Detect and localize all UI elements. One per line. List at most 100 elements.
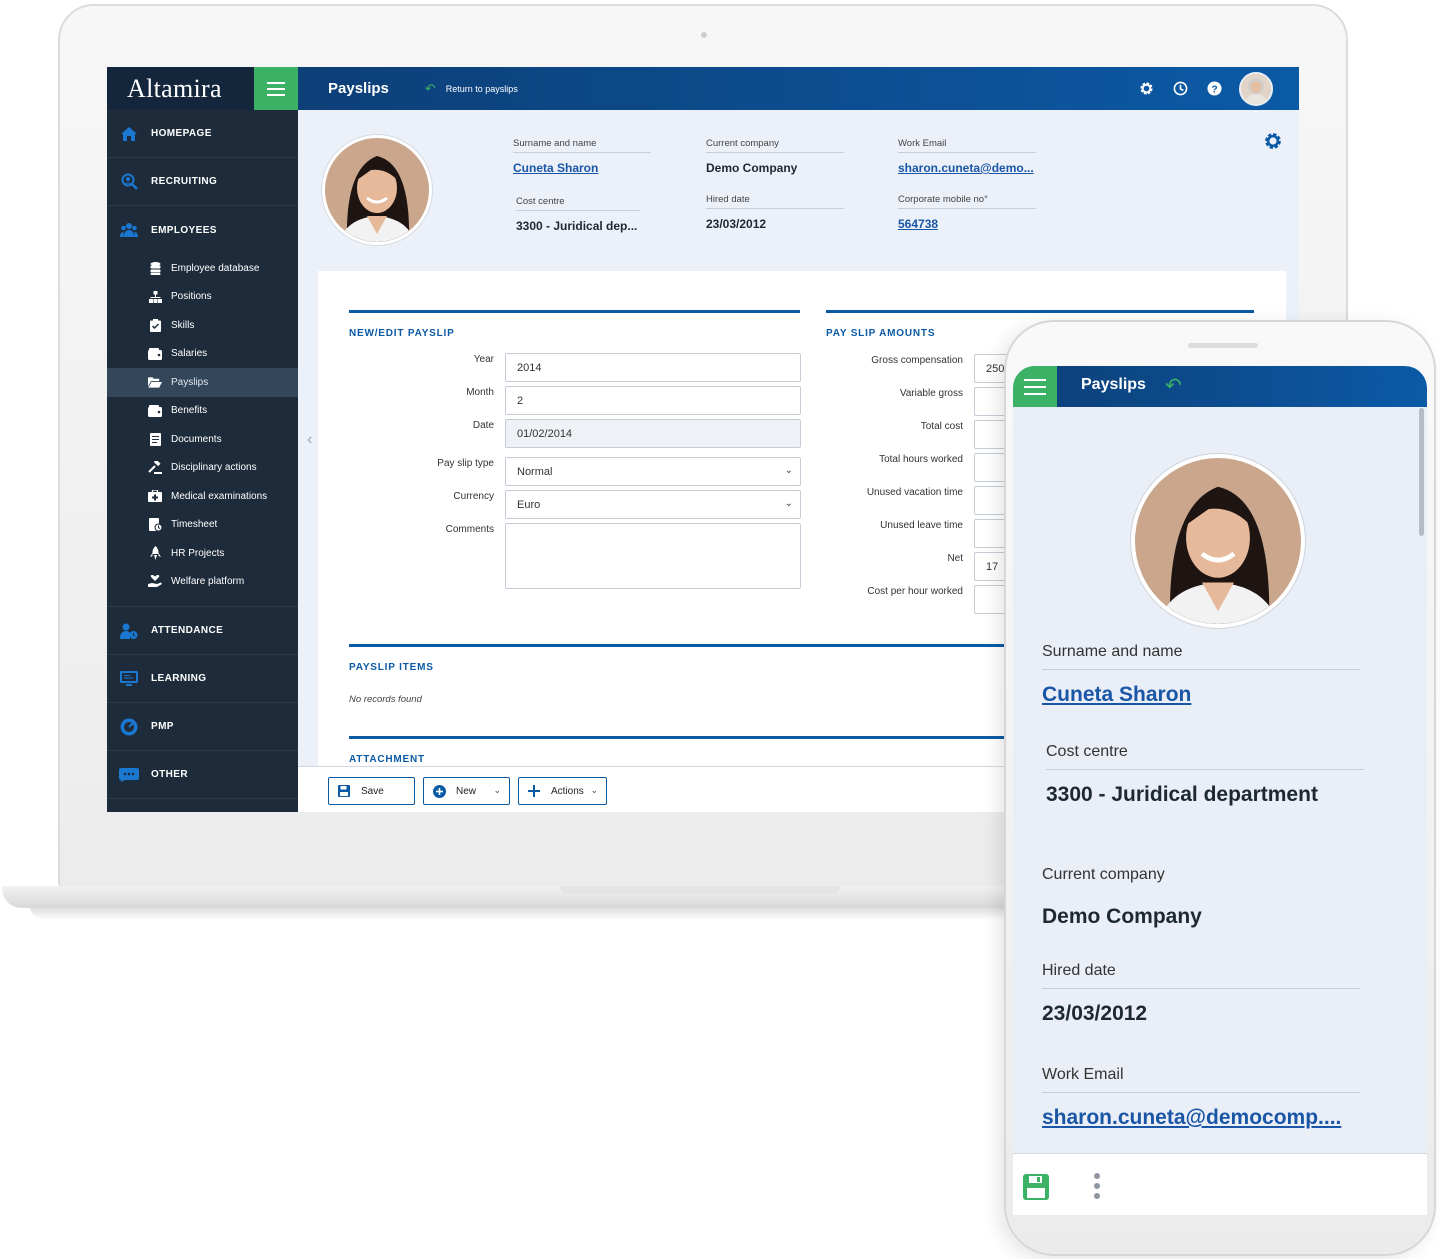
sidebar-item-employees[interactable]: EMPLOYEES — [107, 206, 298, 254]
phone-menu-toggle-button[interactable] — [1013, 366, 1057, 407]
history-clock-icon[interactable] — [1171, 79, 1190, 98]
phone-surname-label: Surname and name — [1042, 643, 1360, 670]
phone-email-link[interactable]: sharon.cuneta@democomp.... — [1042, 1106, 1360, 1130]
menu-toggle-button[interactable] — [254, 67, 298, 110]
edit-section-title: NEW/EDIT PAYSLIP — [349, 328, 455, 339]
pay-slip-type-select[interactable]: Normal ⌄ — [505, 457, 801, 486]
phone-back-arrow-icon[interactable]: ↶ — [1165, 373, 1182, 398]
sidebar-subitem-label: Documents — [171, 433, 222, 445]
laptop-notch — [560, 886, 840, 894]
phone-speaker — [1188, 343, 1258, 348]
sidebar-item-welfare-platform[interactable]: Welfare platform — [107, 568, 298, 597]
chevron-down-icon: ⌄ — [784, 465, 793, 476]
sidebar-item-other[interactable]: OTHER — [107, 751, 298, 799]
attachment-title: ATTACHMENT — [349, 754, 425, 765]
top-bar: Payslips ↶ Return to payslips ? — [298, 67, 1299, 110]
sidebar-item-recruiting[interactable]: RECRUITING — [107, 158, 298, 206]
org-chart-icon — [148, 290, 162, 304]
sidebar-item-positions[interactable]: Positions — [107, 283, 298, 312]
comments-textarea[interactable] — [505, 523, 801, 589]
hired-date-label: Hired date — [706, 194, 844, 209]
total-cost-label: Total cost — [920, 421, 963, 432]
laptop-shadow — [30, 906, 1030, 920]
sidebar-item-employee-database[interactable]: Employee database — [107, 254, 298, 283]
heart-hand-icon — [148, 575, 162, 589]
phone-cost-centre-label: Cost centre — [1046, 743, 1364, 770]
settings-gear-icon[interactable] — [1137, 79, 1156, 98]
sidebar-item-timesheet[interactable]: Timesheet — [107, 511, 298, 540]
amounts-section-title: PAY SLIP AMOUNTS — [826, 328, 936, 339]
sidebar-subitem-label: Benefits — [171, 405, 208, 417]
employee-photo — [322, 135, 432, 245]
phone-scrollbar[interactable] — [1419, 408, 1424, 536]
date-input[interactable]: 01/02/2014 — [505, 419, 801, 448]
phone-hired-date-label: Hired date — [1042, 962, 1360, 989]
currency-select[interactable]: Euro ⌄ — [505, 490, 801, 519]
surname-value-link[interactable]: Cuneta Sharon — [513, 161, 651, 175]
new-button-label: New — [456, 785, 477, 797]
sidebar-item-learning[interactable]: LEARNING — [107, 655, 298, 703]
floppy-disk-save-icon[interactable] — [1023, 1174, 1049, 1205]
phone-cost-centre-field: Cost centre 3300 - Juridical department — [1046, 743, 1364, 807]
sidebar-item-benefits[interactable]: Benefits — [107, 397, 298, 426]
return-link-label: Return to payslips — [445, 83, 518, 94]
hired-date-value: 23/03/2012 — [706, 217, 767, 231]
svg-text:?: ? — [1211, 84, 1217, 95]
sidebar-item-hr-projects[interactable]: HR Projects — [107, 539, 298, 568]
floppy-disk-icon — [337, 784, 351, 798]
unused-vacation-label: Unused vacation time — [866, 487, 963, 498]
sidebar-subitem-label: Salaries — [171, 348, 208, 360]
wallet-icon — [148, 404, 162, 418]
phone-surname-link[interactable]: Cuneta Sharon — [1042, 683, 1360, 707]
sidebar-subitem-label: Payslips — [171, 376, 209, 388]
database-icon — [148, 261, 162, 275]
sidebar-subitem-label: Timesheet — [171, 519, 218, 531]
currency-label: Currency — [453, 491, 494, 502]
device-mockup: Altamira HOMEPAGE RECRUITING EMPLOYEES E… — [0, 0, 1440, 1259]
medical-kit-icon — [148, 489, 162, 503]
year-label: Year — [473, 354, 494, 365]
profile-settings-gear-icon[interactable] — [1264, 132, 1282, 155]
email-value-link[interactable]: sharon.cuneta@demo... — [898, 161, 1036, 175]
total-hours-label: Total hours worked — [879, 454, 963, 465]
phone-action-bar — [1013, 1153, 1427, 1215]
user-avatar[interactable] — [1239, 71, 1273, 106]
sidebar-item-label: RECRUITING — [151, 176, 218, 187]
sidebar-item-homepage[interactable]: HOMEPAGE — [107, 110, 298, 158]
save-button[interactable]: Save — [328, 777, 415, 805]
chevron-down-icon: ⌄ — [493, 785, 501, 795]
sidebar-item-skills[interactable]: Skills — [107, 311, 298, 340]
gauge-icon — [119, 718, 139, 736]
month-input[interactable]: 2 — [505, 386, 801, 415]
people-icon — [119, 221, 139, 239]
home-icon — [119, 125, 139, 143]
phone-company-label: Current company — [1042, 866, 1165, 883]
sidebar-item-medical-examinations[interactable]: Medical examinations — [107, 482, 298, 511]
phone-email-field: Work Email sharon.cuneta@democomp.... — [1042, 1066, 1360, 1130]
phone-cost-centre-value: 3300 - Juridical department — [1046, 783, 1318, 806]
sidebar-item-salaries[interactable]: Salaries — [107, 340, 298, 369]
month-label: Month — [466, 387, 494, 398]
sidebar-item-pmp[interactable]: PMP — [107, 703, 298, 751]
more-options-icon[interactable] — [1094, 1173, 1100, 1199]
actions-button-label: Actions — [551, 785, 584, 797]
payslip-items-title: PAYSLIP ITEMS — [349, 662, 434, 673]
hired-date-field: Hired date 23/03/2012 — [706, 194, 844, 231]
new-button[interactable]: New ⌄ — [423, 777, 510, 805]
brand-logo[interactable]: Altamira — [107, 74, 254, 104]
collapse-sidebar-chevron-icon[interactable]: ‹ — [307, 431, 312, 449]
sidebar-item-documents[interactable]: Documents — [107, 425, 298, 454]
sidebar-item-label: PMP — [151, 721, 174, 732]
actions-button[interactable]: Actions ⌄ — [518, 777, 607, 805]
return-to-payslips-link[interactable]: ↶ Return to payslips — [425, 81, 518, 97]
help-icon[interactable]: ? — [1205, 79, 1224, 98]
sidebar-item-attendance[interactable]: ATTENDANCE — [107, 607, 298, 655]
phone-company-field: Current company Demo Company — [1042, 866, 1360, 929]
sidebar-subitem-label: Welfare platform — [171, 576, 245, 588]
year-input[interactable]: 2014 — [505, 353, 801, 382]
mobile-value-link[interactable]: 564738 — [898, 217, 1036, 231]
phone-email-label: Work Email — [1042, 1066, 1360, 1093]
sidebar-item-disciplinary-actions[interactable]: Disciplinary actions — [107, 454, 298, 483]
sidebar-item-payslips[interactable]: Payslips — [107, 368, 298, 397]
sidebar-item-label: EMPLOYEES — [151, 224, 217, 236]
